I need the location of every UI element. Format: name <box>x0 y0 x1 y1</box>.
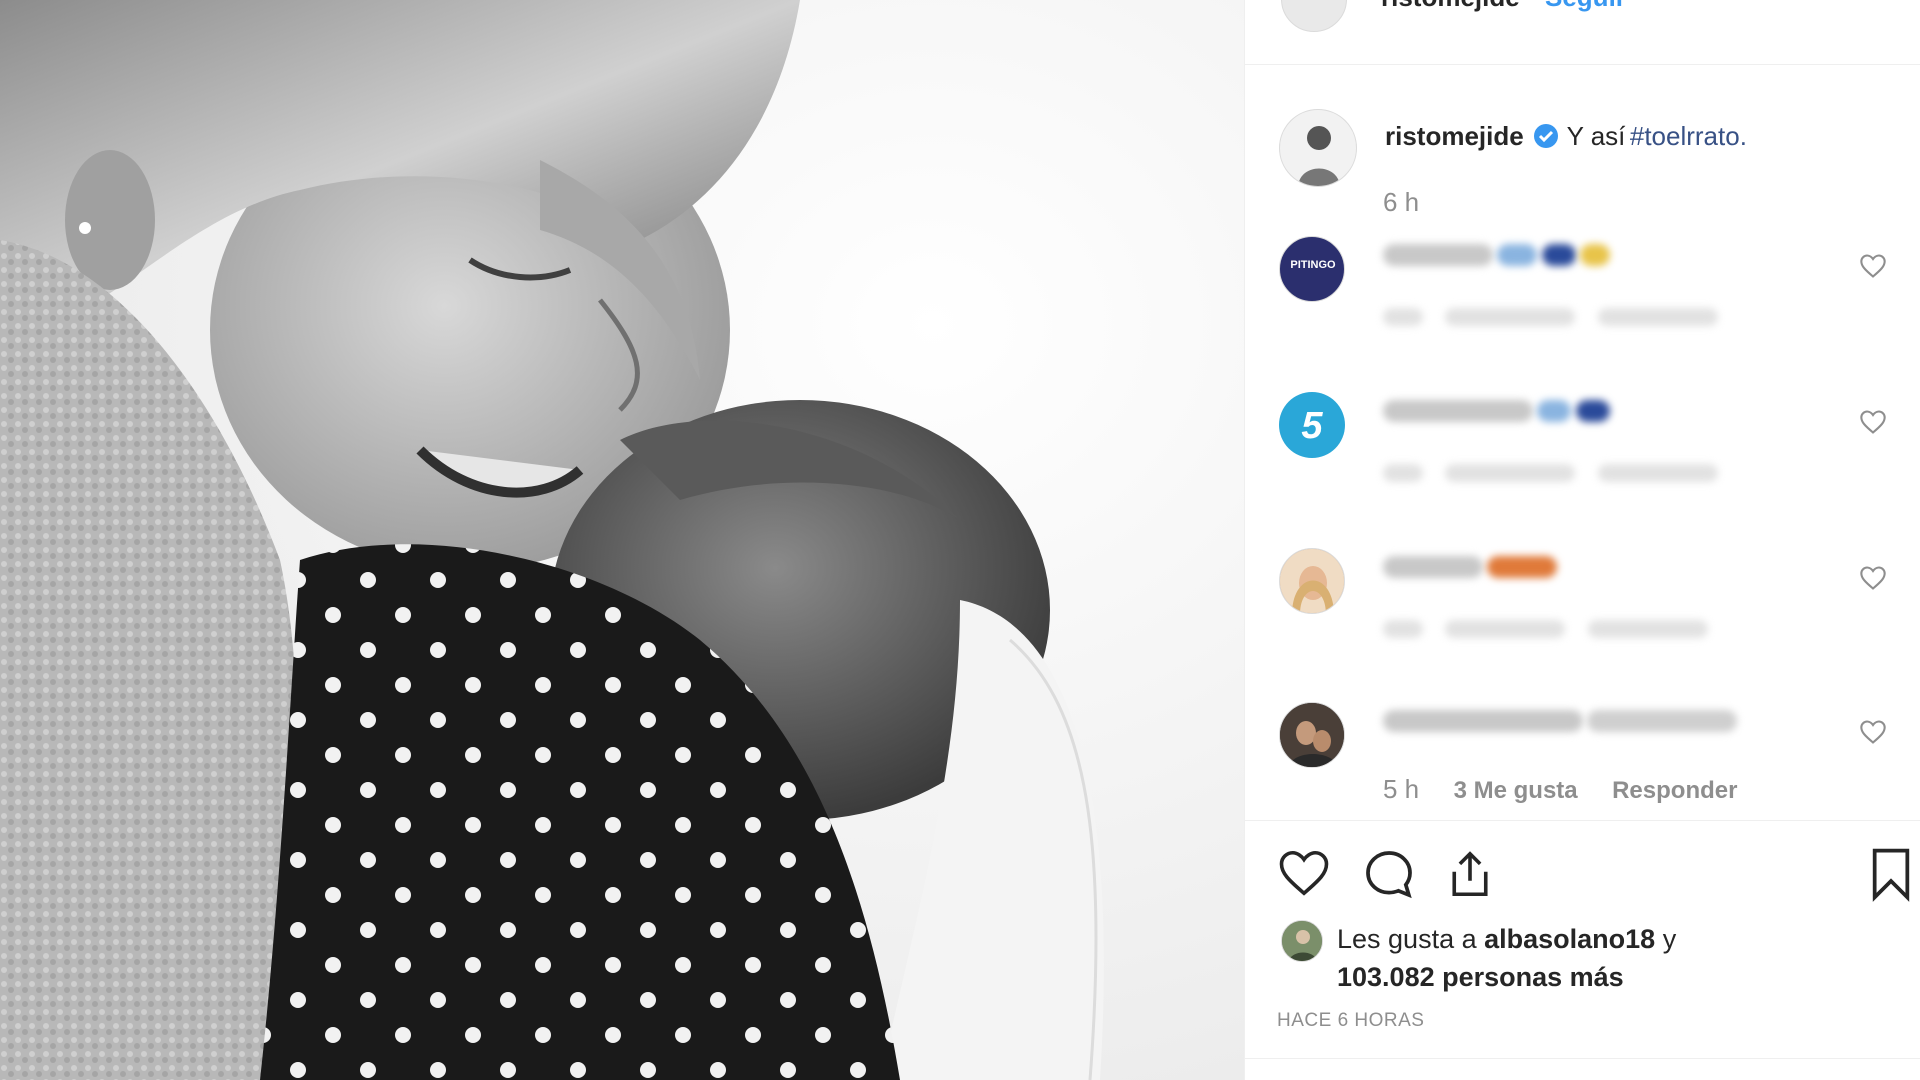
caption-line: ristomejide Y así #toelrrato. <box>1385 121 1747 152</box>
comment-meta-blurred <box>1383 620 1708 638</box>
comment-time: 5 h <box>1383 774 1420 804</box>
follow-button[interactable]: Seguir <box>1545 0 1626 13</box>
liker-avatar[interactable] <box>1281 920 1323 962</box>
caption: ristomejide Y así #toelrrato. 6 h <box>1245 105 1920 225</box>
caption-time: 6 h <box>1383 187 1420 217</box>
bottom-divider <box>1245 1058 1920 1059</box>
comment-like-heart-icon[interactable] <box>1859 564 1887 592</box>
comment-text-blurred <box>1383 244 1611 274</box>
comment-item: PITINGO <box>1245 236 1920 386</box>
person-photo-icon <box>1282 921 1322 961</box>
comment-reply-button[interactable]: Responder <box>1612 777 1737 804</box>
actions-divider <box>1245 820 1920 821</box>
verified-badge-icon <box>1534 124 1559 148</box>
heart-icon[interactable] <box>1277 846 1331 900</box>
comment-like-heart-icon[interactable] <box>1859 408 1887 436</box>
comment-avatar[interactable]: PITINGO <box>1279 236 1345 302</box>
comment-bubble-icon[interactable] <box>1361 846 1417 902</box>
person-photo-icon <box>1280 549 1344 613</box>
comment-meta: 5 h 3 Me gusta Responder <box>1383 774 1737 805</box>
likes-count[interactable]: 103.082 personas más <box>1337 962 1624 992</box>
comment-avatar-label: 5 <box>1301 405 1323 447</box>
comment-meta-blurred <box>1383 464 1718 482</box>
comment-avatar-label: PITINGO <box>1290 259 1336 271</box>
post-side-panel: ristomejide Seguir ristomejide Y así #to… <box>1244 0 1920 1080</box>
comment-item: 5 <box>1245 392 1920 542</box>
comment-text-blurred <box>1383 556 1558 586</box>
caption-text: Y así <box>1566 121 1626 151</box>
person-photo-icon <box>1280 703 1344 767</box>
caption-username[interactable]: ristomejide <box>1385 121 1524 151</box>
header-username[interactable]: ristomejide <box>1381 0 1520 13</box>
photo-image <box>0 0 1244 1080</box>
comment-meta-blurred <box>1383 308 1718 326</box>
post-photo[interactable] <box>0 0 1244 1080</box>
likes-username[interactable]: albasolano18 <box>1484 924 1655 954</box>
comment-avatar[interactable]: 5 <box>1279 392 1345 458</box>
post-timestamp: HACE 6 HORAS <box>1277 1010 1425 1031</box>
likes-prefix: Les gusta a <box>1337 924 1477 954</box>
caption-hashtag[interactable]: #toelrrato. <box>1630 121 1747 151</box>
author-avatar[interactable] <box>1281 0 1347 32</box>
post-header: ristomejide Seguir <box>1245 0 1920 65</box>
person-icon <box>1298 126 1340 186</box>
comment-likes-count[interactable]: 3 Me gusta <box>1454 777 1578 804</box>
comment-text-blurred <box>1383 400 1610 430</box>
caption-avatar[interactable] <box>1279 109 1357 187</box>
comment-item: 5 h 3 Me gusta Responder <box>1245 702 1920 852</box>
bookmark-icon[interactable] <box>1867 846 1915 902</box>
comment-item <box>1245 548 1920 698</box>
comment-like-heart-icon[interactable] <box>1859 252 1887 280</box>
comment-avatar[interactable] <box>1279 702 1345 768</box>
comment-text-blurred <box>1383 710 1738 740</box>
comment-avatar[interactable] <box>1279 548 1345 614</box>
likes-summary: Les gusta a albasolano18 y 103.082 perso… <box>1337 920 1897 996</box>
likes-conjunction: y <box>1662 924 1677 954</box>
share-icon[interactable] <box>1443 846 1497 902</box>
comment-like-heart-icon[interactable] <box>1859 718 1887 746</box>
